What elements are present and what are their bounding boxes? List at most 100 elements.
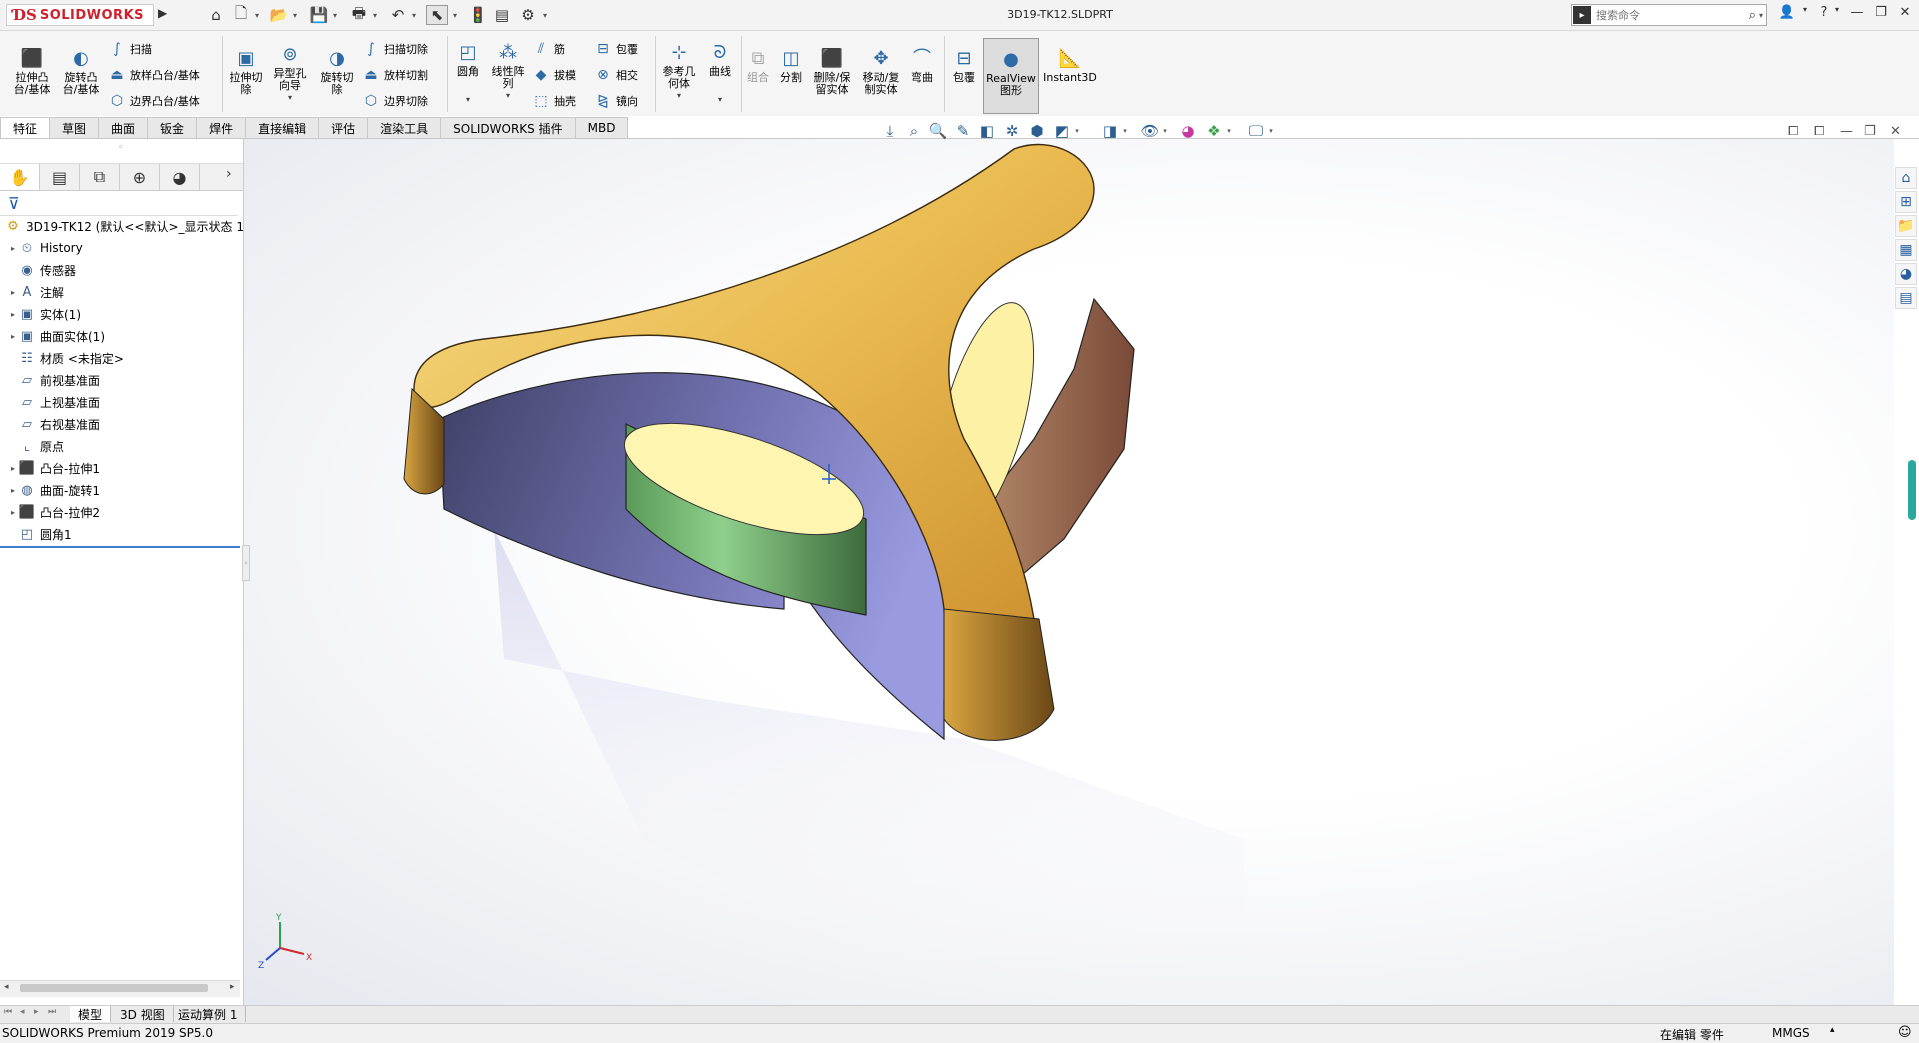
undo-icon[interactable]: ↶ (387, 5, 409, 25)
search-mode-icon[interactable]: ▸ (1573, 6, 1591, 24)
prev-tab-icon[interactable]: ◂ (20, 1007, 25, 1017)
graphics-scroll-indicator[interactable] (1908, 460, 1916, 520)
display-manager-tab-icon[interactable]: ◕ (160, 164, 200, 190)
flex-button[interactable]: ⌒ 弯曲 (906, 48, 938, 84)
hide-show-items-icon[interactable]: ◨ (1098, 122, 1122, 140)
section-view-icon[interactable]: ◧ (975, 122, 999, 140)
delete-keep-body-button[interactable]: ⬛ 删除/保 留实体 (809, 48, 855, 96)
file-explorer-icon[interactable]: 📁 (1895, 215, 1917, 237)
save-dropdown-icon[interactable]: ▾ (330, 5, 340, 25)
intersect-button[interactable]: ⊗ 相交 (594, 66, 638, 84)
tree-item-fillet1[interactable]: ◰ 圆角1 (8, 524, 72, 544)
tree-item-boss-extrude1[interactable]: ▸ ⬛ 凸台-拉伸1 (8, 458, 100, 478)
close-window-icon[interactable]: ✕ (1894, 5, 1916, 25)
new-icon[interactable]: 🗋 (230, 4, 252, 25)
monitor-icon[interactable]: 🖵 (1244, 122, 1268, 140)
expand-icon[interactable]: ▸ (8, 508, 18, 517)
edit-appearance-dropdown-icon[interactable]: ▾ (1161, 127, 1169, 135)
open-dropdown-icon[interactable]: ▾ (290, 5, 300, 25)
edit-appearance-icon[interactable]: 👁 (1138, 122, 1162, 140)
tab-surfaces[interactable]: 曲面 (98, 117, 149, 138)
print-dropdown-icon[interactable]: ▾ (370, 5, 380, 25)
tab-features[interactable]: 特征 (0, 117, 51, 138)
tab-motion-study-1[interactable]: 运动算例 1 (170, 1006, 247, 1022)
view-settings-icon[interactable]: ❖ (1202, 122, 1226, 140)
triad-icon[interactable]: Y X Z (258, 910, 318, 970)
tree-item-material[interactable]: ☷ 材质 <未指定> (8, 348, 124, 368)
hole-wizard-button[interactable]: ⊚ 异型孔 向导 ▾ (268, 44, 312, 104)
boundary-boss-button[interactable]: ⬡ 边界凸台/基体 (108, 92, 200, 110)
loft-boss-button[interactable]: ⏏ 放样凸台/基体 (108, 66, 199, 84)
tree-item-origin[interactable]: ⌞ 原点 (8, 436, 64, 456)
rebuild-icon[interactable]: 🚦 (467, 5, 489, 25)
scroll-right-icon[interactable]: ▸ (230, 982, 235, 992)
viewport-close-icon[interactable]: ✕ (1890, 124, 1901, 139)
tree-item-surface-revolve1[interactable]: ▸ ◍ 曲面-旋转1 (8, 480, 100, 500)
new-dropdown-icon[interactable]: ▾ (252, 5, 262, 25)
apply-scene-icon[interactable]: ◕ (1176, 122, 1200, 140)
rib-button[interactable]: ⫽ 筋 (532, 40, 565, 58)
linear-pattern-button[interactable]: ⁂ 线性阵 列 ▾ (488, 42, 528, 102)
monitor-dropdown-icon[interactable]: ▾ (1267, 127, 1275, 135)
file-properties-icon[interactable]: ▤ (491, 5, 513, 25)
instant3d-button[interactable]: 📐 Instant3D (1042, 48, 1098, 84)
curves-button[interactable]: ᘐ 曲线 ▾ (702, 42, 738, 106)
select-dropdown-icon[interactable]: ▾ (450, 5, 460, 25)
view-settings-dropdown-icon[interactable]: ▾ (1225, 127, 1233, 135)
tree-item-right-plane[interactable]: ▱ 右视基准面 (8, 414, 100, 434)
panel-grip-icon[interactable]: ◦ (118, 143, 123, 153)
tab-sheet-metal[interactable]: 钣金 (147, 117, 198, 138)
minimize-window-icon[interactable]: — (1846, 5, 1868, 25)
tab-evaluate[interactable]: 评估 (318, 117, 369, 138)
custom-properties-icon[interactable]: ▤ (1895, 287, 1917, 309)
undo-dropdown-icon[interactable]: ▾ (409, 5, 419, 25)
tab-direct-editing[interactable]: 直接编辑 (245, 117, 320, 138)
realview-graphics-button[interactable]: ● RealView 图形 (983, 38, 1039, 114)
combine-button[interactable]: ⧉ 组合 (744, 48, 772, 84)
menu-expand-icon[interactable]: ▶ (158, 6, 167, 20)
linear-pattern-dropdown-icon[interactable]: ▾ (506, 90, 510, 102)
tab-sketch[interactable]: 草图 (49, 117, 100, 138)
save-icon[interactable]: 💾 (308, 5, 330, 25)
tree-item-surface-bodies[interactable]: ▸ ▣ 曲面实体(1) (8, 326, 105, 346)
viewport-tile-icon[interactable]: ⧠ (1788, 124, 1798, 139)
tree-item-sensors[interactable]: ◉ 传感器 (8, 260, 76, 280)
dimxpert-manager-tab-icon[interactable]: ⊕ (120, 164, 160, 190)
view-orientation-icon[interactable]: ⤓ (878, 122, 902, 140)
unit-system[interactable]: MMGS (1772, 1026, 1810, 1040)
rollback-bar[interactable] (0, 546, 240, 548)
viewport-minimize-icon[interactable]: — (1840, 124, 1853, 139)
search-icon[interactable]: ⌕ (1749, 8, 1756, 23)
split-button[interactable]: ◫ 分割 (775, 48, 807, 84)
user-icon[interactable]: 👤 (1776, 5, 1798, 25)
user-dropdown-icon[interactable]: ▾ (1800, 5, 1810, 25)
view-cube-icon[interactable]: ⬢ (1025, 122, 1049, 140)
tree-item-solid-bodies[interactable]: ▸ ▣ 实体(1) (8, 304, 81, 324)
expand-icon[interactable]: ▸ (8, 288, 18, 297)
design-library-icon[interactable]: ⊞ (1895, 191, 1917, 213)
draft-button[interactable]: ◆ 拔模 (532, 66, 576, 84)
scroll-left-icon[interactable]: ◂ (4, 982, 9, 992)
boundary-cut-button[interactable]: ⬡ 边界切除 (362, 92, 428, 110)
more-tabs-icon[interactable]: › (226, 166, 232, 182)
tree-item-front-plane[interactable]: ▱ 前视基准面 (8, 370, 100, 390)
last-tab-icon[interactable]: ⏭ (48, 1007, 56, 1017)
next-tab-icon[interactable]: ▸ (34, 1007, 39, 1017)
tab-solidworks-addins[interactable]: SOLIDWORKS 插件 (440, 117, 576, 138)
3d-model-view[interactable] (244, 139, 1894, 1005)
print-icon[interactable]: 🖶 (348, 4, 370, 25)
viewport-next-icon[interactable]: ⧠ (1814, 124, 1824, 139)
viewport-restore-icon[interactable]: ❐ (1864, 124, 1876, 139)
restore-window-icon[interactable]: ❐ (1870, 5, 1892, 25)
sweep-cut-button[interactable]: ∫ 扫描切除 (362, 40, 428, 58)
tab-model[interactable]: 模型 (70, 1006, 112, 1022)
extrude-boss-button[interactable]: ⬛ 拉伸凸 台/基体 (8, 48, 56, 96)
tree-root[interactable]: ⚙ 3D19-TK12 (默认<<默认>_显示状态 1 (4, 216, 244, 236)
options-icon[interactable]: ⚙ (517, 5, 539, 25)
sweep-button[interactable]: ∫ 扫描 (108, 40, 152, 58)
display-style-dropdown-icon[interactable]: ▾ (1073, 127, 1081, 135)
tree-item-annotations[interactable]: ▸ A 注解 (8, 282, 64, 302)
units-dropdown-icon[interactable]: ▴ (1830, 1025, 1835, 1035)
reference-geometry-button[interactable]: ⊹ 参考几 何体 ▾ (658, 42, 700, 102)
expand-icon[interactable]: ▸ (8, 486, 18, 495)
